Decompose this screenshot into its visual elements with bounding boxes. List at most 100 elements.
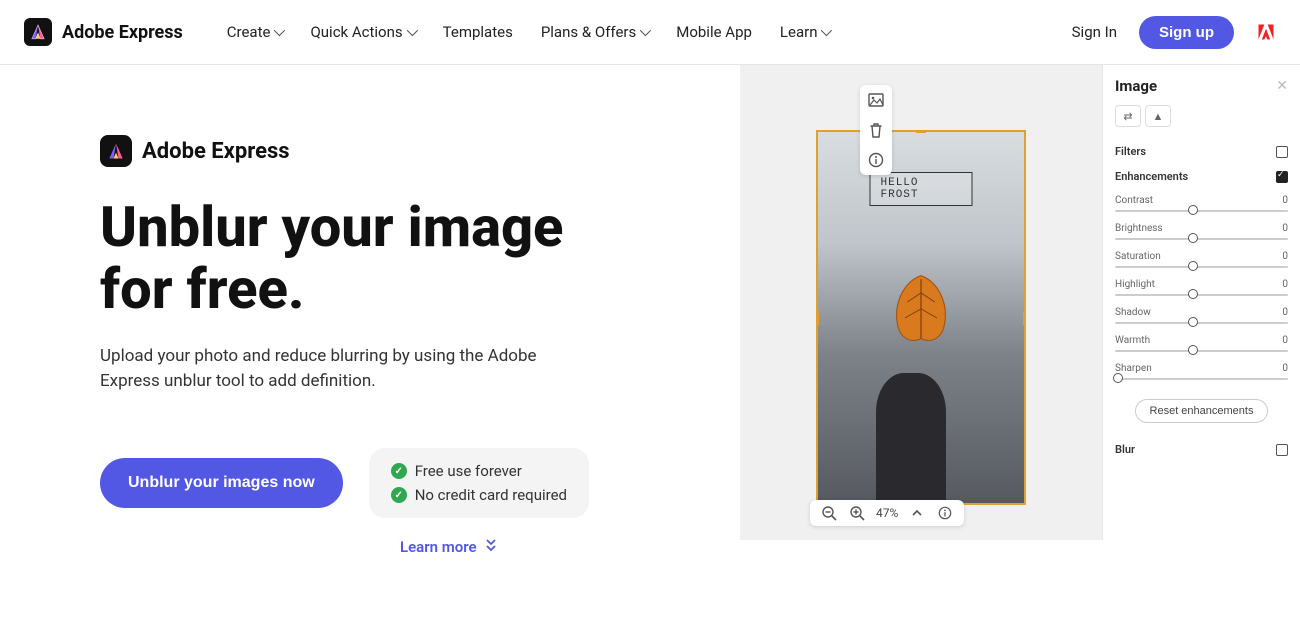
nav-quick-actions[interactable]: Quick Actions [310,23,414,41]
nav-plans[interactable]: Plans & Offers [541,23,648,41]
brand-name: Adobe Express [62,22,183,43]
slider-value: 0 [1282,335,1288,346]
canvas-area[interactable]: HELLO FROST [740,65,1102,540]
learn-more-link[interactable]: Learn more [400,538,660,556]
slider-track[interactable] [1115,350,1288,352]
hero-title-line2: for free. [100,256,304,322]
slider-track[interactable] [1115,266,1288,268]
nav-label: Learn [780,23,818,41]
section-label: Enhancements [1115,170,1188,183]
slider-value: 0 [1282,195,1288,206]
benefits-box: ✓ Free use forever ✓ No credit card requ… [369,448,589,518]
slider-value: 0 [1282,279,1288,290]
slider-thumb[interactable] [1188,233,1198,243]
slider-thumb[interactable] [1188,317,1198,327]
logo-icon [100,135,132,167]
nav-templates[interactable]: Templates [443,23,513,41]
reset-enhancements-button[interactable]: Reset enhancements [1135,399,1269,423]
slider-track[interactable] [1115,294,1288,296]
hero-brand: Adobe Express [100,135,660,167]
leaf-icon [886,270,956,350]
benefit-text: No credit card required [415,486,567,504]
section-filters[interactable]: Filters [1115,145,1288,158]
selection-handle-left[interactable] [816,311,819,325]
delete-icon[interactable] [867,121,885,139]
nav-label: Quick Actions [310,23,402,41]
unblur-cta-button[interactable]: Unblur your images now [100,458,343,508]
slider-thumb[interactable] [1188,289,1198,299]
slider-thumb[interactable] [1188,205,1198,215]
nav-mobile-app[interactable]: Mobile App [676,23,752,41]
hero-subtitle: Upload your photo and reduce blurring by… [100,344,600,393]
section-enhancements[interactable]: Enhancements [1115,170,1288,183]
sign-up-button[interactable]: Sign up [1139,16,1234,49]
slider-value: 0 [1282,223,1288,234]
check-icon: ✓ [391,487,407,503]
info-icon[interactable] [867,151,885,169]
zoom-toolbar: 47% [810,500,964,526]
slider-track[interactable] [1115,238,1288,240]
expand-icon [1276,146,1288,158]
slider-label: Contrast [1115,195,1153,206]
chevron-up-icon[interactable] [908,504,926,522]
hero-brand-name: Adobe Express [142,139,290,164]
nav-label: Plans & Offers [541,23,636,41]
slider-sharpen: Sharpen0 [1115,363,1288,380]
header-right: Sign In Sign up [1072,16,1276,49]
section-blur[interactable]: Blur [1115,443,1288,456]
slider-thumb[interactable] [1113,373,1123,383]
slider-value: 0 [1282,307,1288,318]
slider-label: Shadow [1115,307,1151,318]
nav-items: Create Quick Actions Templates Plans & O… [227,23,830,41]
floating-toolbar [860,85,892,175]
cta-row: Unblur your images now ✓ Free use foreve… [100,448,660,518]
slider-thumb[interactable] [1188,345,1198,355]
top-nav: Adobe Express Create Quick Actions Templ… [0,0,1300,65]
zoom-level: 47% [876,506,898,520]
slider-label: Sharpen [1115,363,1152,374]
slider-shadow: Shadow 0 [1115,307,1288,324]
panel-title: Image [1115,77,1157,95]
learn-more-text: Learn more [400,538,477,556]
hero-left: Adobe Express Unblur your image for free… [100,65,660,556]
image-layer-icon[interactable] [867,91,885,109]
info-icon[interactable] [936,504,954,522]
slider-track[interactable] [1115,322,1288,324]
benefit-text: Free use forever [415,462,522,480]
slider-label: Highlight [1115,279,1155,290]
check-icon: ✓ [391,463,407,479]
selection-handle-right[interactable] [1023,311,1026,325]
panel-header: Image ✕ [1115,77,1288,95]
close-icon[interactable]: ✕ [1276,78,1288,94]
sign-in-link[interactable]: Sign In [1072,23,1117,41]
hero-section: Adobe Express Unblur your image for free… [0,65,1300,556]
slider-track[interactable] [1115,378,1288,380]
photo-arm-shape [876,373,946,503]
hero-title-line1: Unblur your image [100,194,563,260]
sliders-container: Contrast0Brightness0Saturation0Highlight… [1115,195,1288,391]
selection-handle-top[interactable] [916,130,926,133]
benefit-item: ✓ Free use forever [391,462,567,480]
nav-create[interactable]: Create [227,23,283,41]
double-chevron-down-icon [485,538,497,556]
zoom-in-icon[interactable] [848,504,866,522]
adobe-icon[interactable] [1256,22,1276,42]
zoom-out-icon[interactable] [820,504,838,522]
slider-track[interactable] [1115,210,1288,212]
rotate-icon[interactable]: ▲ [1145,105,1171,127]
nav-label: Templates [443,23,513,41]
nav-label: Create [227,23,271,41]
slider-label: Brightness [1115,223,1163,234]
selected-photo[interactable]: HELLO FROST [816,130,1026,505]
flip-icon[interactable]: ⇄ [1115,105,1141,127]
nav-learn[interactable]: Learn [780,23,830,41]
chevron-down-icon [640,25,651,36]
slider-value: 0 [1282,251,1288,262]
editor-preview: HELLO FROST [740,65,1300,540]
slider-saturation: Saturation0 [1115,251,1288,268]
hero-title: Unblur your image for free. [100,197,660,320]
brand-logo[interactable]: Adobe Express [24,18,183,46]
checkbox-checked-icon [1276,171,1288,183]
section-label: Filters [1115,145,1146,158]
slider-thumb[interactable] [1188,261,1198,271]
